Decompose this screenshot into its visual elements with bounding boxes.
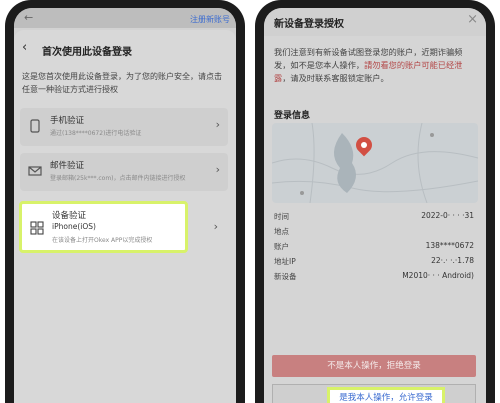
mail-icon xyxy=(28,164,42,178)
chevron-right-icon: › xyxy=(215,118,220,131)
device-verification-option[interactable]: 设备验证 iPhone(iOS) 在该设备上打开Okex APP以完成授权 xyxy=(19,201,188,253)
option-sub: 在该设备上打开Okex APP以完成授权 xyxy=(52,237,153,244)
info-key: 地点 xyxy=(274,227,289,236)
info-row-account: 账户 138****0672 xyxy=(274,241,476,253)
chevron-left-icon[interactable]: ‹ xyxy=(22,40,27,55)
sheet-header: ‹ 首次使用此设备登录 xyxy=(14,40,236,58)
left-phone: ← 注册新账号 ‹ 首次使用此设备登录 这是您首次使用此设备登录，为了您的账户安… xyxy=(5,0,245,403)
chevron-right-icon[interactable]: › xyxy=(214,220,218,233)
option-sub: 登录邮箱(25k***.com)，点击邮件内链接进行授权 xyxy=(50,175,186,182)
allow-login-button[interactable]: 是我本人操作，允许登录 xyxy=(327,387,445,403)
dialog-title: 新设备登录授权 xyxy=(274,19,344,30)
info-key: 地址IP xyxy=(274,257,296,266)
allow-login-area: 是我本人操作，允许登录 xyxy=(272,384,476,403)
close-icon[interactable]: × xyxy=(467,12,478,27)
left-screen: ← 注册新账号 ‹ 首次使用此设备登录 这是您首次使用此设备登录，为了您的账户安… xyxy=(14,8,236,403)
authorization-header: 新设备登录授权 × xyxy=(264,8,486,36)
deny-login-button[interactable]: 不是本人操作，拒绝登录 xyxy=(272,355,476,377)
security-notice: 我们注意到有新设备试图登录您的账户，近期诈骗频发，如不是您本人操作，請勿看您的账… xyxy=(274,46,478,85)
login-info-heading: 登录信息 xyxy=(274,111,311,121)
info-row-ip: 地址IP 22‧.‧ ‧.‧1.78 xyxy=(274,256,476,268)
phone-verification-option[interactable]: 手机验证 通过(138****0672)进行电话验证 › xyxy=(20,108,228,146)
info-key: 账户 xyxy=(274,242,289,251)
right-screen: 新设备登录授权 × 我们注意到有新设备试图登录您的账户，近期诈骗频发，如不是您本… xyxy=(264,8,486,403)
left-top-bar: ← 注册新账号 xyxy=(14,8,236,28)
option-sub: 通过(138****0672)进行电话验证 xyxy=(50,130,142,137)
info-row-location: 地点 xyxy=(274,226,476,238)
location-map xyxy=(272,123,478,203)
email-verification-option[interactable]: 邮件验证 登录邮箱(25k***.com)，点击邮件内链接进行授权 › xyxy=(20,153,228,191)
verification-sheet: ‹ 首次使用此设备登录 这是您首次使用此设备登录，为了您的账户安全，请点击任意一… xyxy=(14,30,236,403)
option-name: 设备验证 xyxy=(52,211,87,221)
pin-center xyxy=(361,142,367,148)
register-link[interactable]: 注册新账号 xyxy=(190,14,230,25)
chevron-right-icon: › xyxy=(215,163,220,176)
device-model: iPhone(iOS) xyxy=(52,222,96,231)
info-key: 新设备 xyxy=(274,272,297,281)
info-value: 22‧.‧ ‧.‧1.78 xyxy=(431,256,474,265)
stage: ← 注册新账号 ‹ 首次使用此设备登录 这是您首次使用此设备登录，为了您的账户安… xyxy=(0,0,500,403)
info-row-device: 新设备 M2010‧ ‧ ‧ Android) xyxy=(274,271,476,283)
option-name: 邮件验证 xyxy=(50,161,85,171)
info-key: 时间 xyxy=(274,212,289,221)
notice-end: ，请及时联系客服锁定账户。 xyxy=(282,73,389,83)
verification-description: 这是您首次使用此设备登录，为了您的账户安全，请点击任意一种验证方式进行授权 xyxy=(22,72,222,94)
grid-icon xyxy=(30,221,44,235)
info-value: M2010‧ ‧ ‧ Android) xyxy=(402,271,474,280)
info-row-time: 时间 2022-0‧ ‧ ‧ ‧31 xyxy=(274,211,476,223)
phone-icon xyxy=(28,119,42,133)
page-title: 首次使用此设备登录 xyxy=(42,47,132,58)
right-phone: 新设备登录授权 × 我们注意到有新设备试图登录您的账户，近期诈骗频发，如不是您本… xyxy=(255,0,495,403)
option-name: 手机验证 xyxy=(50,116,85,126)
info-value: 2022-0‧ ‧ ‧ ‧31 xyxy=(421,211,474,220)
back-arrow-icon[interactable]: ← xyxy=(24,11,33,24)
info-value: 138****0672 xyxy=(425,241,474,250)
